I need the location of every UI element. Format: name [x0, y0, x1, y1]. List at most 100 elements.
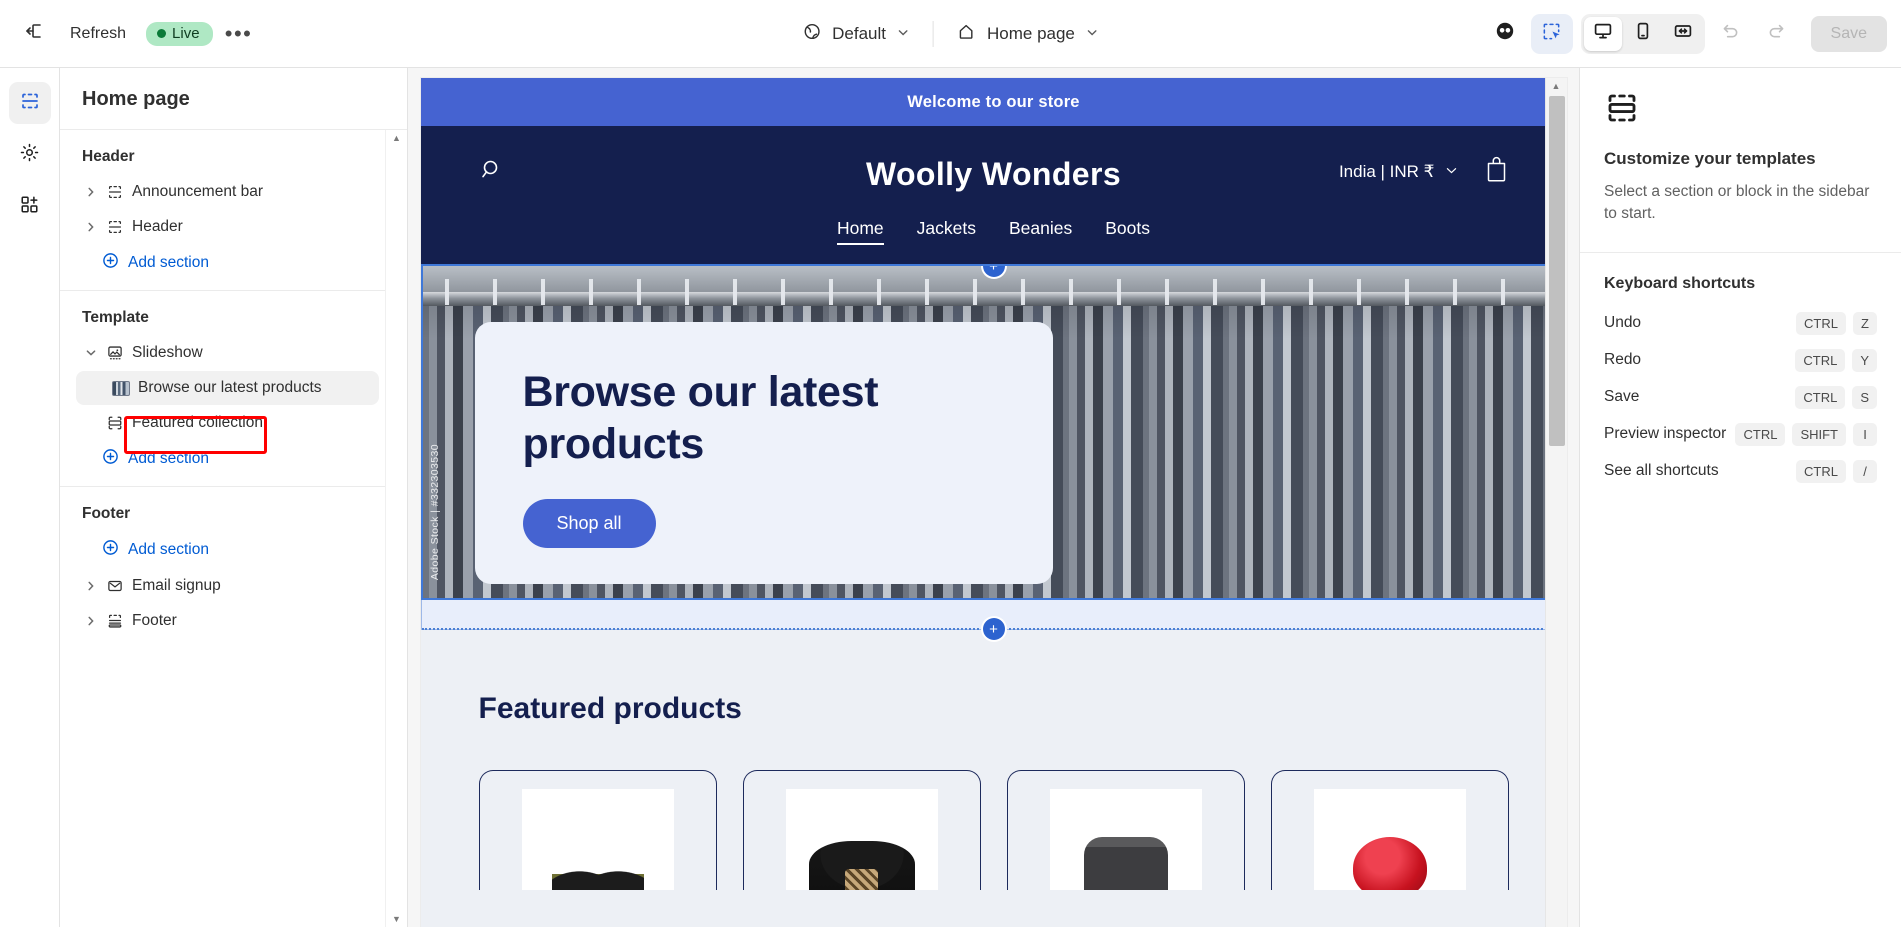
- sidebar-item-email-signup[interactable]: Email signup: [76, 569, 379, 603]
- sidebar-block-browse-our-latest-products[interactable]: Browse our latest products: [76, 371, 379, 405]
- plus-circle-icon: [102, 448, 119, 470]
- hero-text-card: Browse our latest products Shop all: [474, 322, 1053, 584]
- shortcut-row-see-all: See all shortcuts CTRL /: [1580, 453, 1901, 490]
- slideshow-section[interactable]: Adobe Stock | #332303530 Slide + Browse …: [420, 264, 1567, 600]
- sidebar-item-slideshow[interactable]: Slideshow: [76, 336, 379, 370]
- desktop-view-button[interactable]: [1583, 16, 1622, 51]
- save-button[interactable]: Save: [1810, 15, 1887, 52]
- sidebar-item-featured-collection[interactable]: Featured collection: [76, 406, 379, 440]
- rail-sections-button[interactable]: [8, 82, 51, 124]
- featured-collection-section[interactable]: Featured products: [420, 630, 1567, 890]
- sidebar-title: Home page: [60, 68, 407, 130]
- sidebar-group-template-label: Template: [82, 309, 149, 326]
- boots-product-art: [551, 853, 644, 890]
- product-card[interactable]: [742, 770, 981, 890]
- featured-title: Featured products: [478, 692, 742, 725]
- hero-clothing-rail: [422, 279, 1565, 306]
- sidebar-scrollbar[interactable]: ▲ ▼: [385, 130, 407, 927]
- sidebar-item-header[interactable]: Header: [76, 210, 379, 244]
- scroll-up-arrow-icon[interactable]: ▲: [392, 134, 401, 143]
- redo-button[interactable]: [1757, 14, 1797, 54]
- exit-editor-button[interactable]: [14, 14, 54, 54]
- product-card[interactable]: [1006, 770, 1245, 890]
- page-selector[interactable]: Home page: [944, 15, 1112, 53]
- right-inspector-panel: Customize your templates Select a sectio…: [1579, 68, 1901, 927]
- viewport-toggle-group: [1580, 13, 1705, 54]
- rail-settings-button[interactable]: [9, 134, 51, 176]
- add-section-header-button[interactable]: Add section: [76, 246, 379, 280]
- scroll-down-arrow-icon[interactable]: ▼: [392, 915, 401, 924]
- preview-frame: Welcome to our store Woolly Wonders Indi…: [420, 78, 1567, 927]
- shop-all-button[interactable]: Shop all: [522, 498, 656, 548]
- scroll-up-arrow-icon[interactable]: ▲: [1552, 82, 1561, 91]
- add-section-footer-button[interactable]: Add section: [76, 533, 379, 567]
- rail-apps-button[interactable]: [9, 186, 51, 228]
- page-selector-label: Home page: [986, 23, 1075, 43]
- preview-scrollbar[interactable]: ▲ ▼: [1544, 78, 1567, 927]
- gear-icon: [19, 142, 40, 168]
- store-nav-item-boots[interactable]: Boots: [1105, 218, 1150, 245]
- shortcut-row-undo: Undo CTRL Z: [1580, 305, 1901, 342]
- product-image: [1049, 789, 1202, 890]
- store-nav-item-beanies[interactable]: Beanies: [1009, 218, 1072, 245]
- mobile-view-button[interactable]: [1624, 17, 1662, 51]
- red-pom-beanie-product-art: [1352, 837, 1427, 890]
- plus-circle-icon: [102, 539, 119, 561]
- sidebar-item-label: Browse our latest products: [138, 379, 322, 396]
- chevron-down-icon: [1086, 24, 1099, 44]
- key-cap: CTRL: [1795, 348, 1846, 372]
- sections-icon: [1604, 94, 1640, 130]
- store-header-row: Woolly Wonders India | INR ₹: [479, 126, 1509, 218]
- sections-sidebar: Home page Header Announcement bar Header…: [60, 68, 408, 927]
- store-nav-item-home[interactable]: Home: [836, 218, 884, 245]
- search-icon[interactable]: [479, 157, 505, 188]
- footer-icon: [102, 612, 128, 630]
- add-block-button-bottom[interactable]: +: [982, 618, 1005, 640]
- section-icon: [102, 218, 128, 236]
- slide-block-badge[interactable]: Slide: [421, 264, 489, 266]
- full-width-view-button[interactable]: [1664, 17, 1702, 51]
- theme-editor-app: Refresh Live ••• Default Home page Save …: [0, 0, 1901, 927]
- mobile-icon: [1633, 21, 1653, 46]
- shortcut-keys: CTRL Y: [1795, 348, 1877, 372]
- sidebar-item-footer[interactable]: Footer: [76, 604, 379, 638]
- chevron-down-icon[interactable]: [80, 347, 102, 359]
- chevron-right-icon[interactable]: [80, 186, 102, 198]
- product-card[interactable]: [1270, 770, 1509, 890]
- preview-inspector-button[interactable]: [1485, 14, 1525, 54]
- shortcut-row-redo: Redo CTRL Y: [1580, 342, 1901, 379]
- add-section-template-button[interactable]: Add section: [76, 442, 379, 476]
- inspector-intro: Customize your templates Select a sectio…: [1580, 68, 1901, 252]
- shortcut-label[interactable]: See all shortcuts: [1604, 462, 1719, 480]
- key-cap: CTRL: [1735, 422, 1786, 446]
- shortcut-label: Redo: [1604, 351, 1642, 369]
- preview-scrollbar-thumb[interactable]: [1548, 96, 1565, 446]
- product-card[interactable]: [478, 770, 717, 890]
- top-toolbar: Refresh Live ••• Default Home page Save: [0, 0, 1901, 68]
- currency-selector[interactable]: India | INR ₹: [1339, 162, 1458, 182]
- chevron-right-icon[interactable]: [80, 615, 102, 627]
- shopping-bag-icon[interactable]: [1484, 156, 1509, 188]
- section-drop-zone[interactable]: +: [420, 600, 1567, 640]
- exit-icon: [24, 21, 44, 46]
- key-cap: S: [1852, 385, 1877, 409]
- currency-label: India | INR ₹: [1338, 162, 1435, 181]
- refresh-button[interactable]: Refresh: [60, 16, 136, 52]
- shortcuts-title: Keyboard shortcuts: [1604, 274, 1756, 292]
- undo-button[interactable]: [1711, 14, 1751, 54]
- sidebar-scroll-area: Header Announcement bar Header Add secti…: [60, 130, 407, 927]
- shortcut-keys: CTRL Z: [1796, 311, 1877, 335]
- product-grid: [478, 770, 1509, 890]
- product-image: [785, 789, 938, 890]
- chevron-right-icon[interactable]: [80, 580, 102, 592]
- shortcut-label: Undo: [1604, 314, 1642, 332]
- chevron-right-icon[interactable]: [80, 221, 102, 233]
- theme-selector[interactable]: Default: [789, 15, 923, 53]
- inspector-subtext: Select a section or block in the sidebar…: [1604, 183, 1870, 223]
- sidebar-item-announcement-bar[interactable]: Announcement bar: [76, 175, 379, 209]
- select-tool-button[interactable]: [1530, 13, 1573, 54]
- more-options-button[interactable]: •••: [219, 14, 259, 54]
- store-nav-item-jackets[interactable]: Jackets: [917, 218, 976, 245]
- home-icon: [957, 22, 976, 46]
- shortcut-row-save: Save CTRL S: [1580, 379, 1901, 416]
